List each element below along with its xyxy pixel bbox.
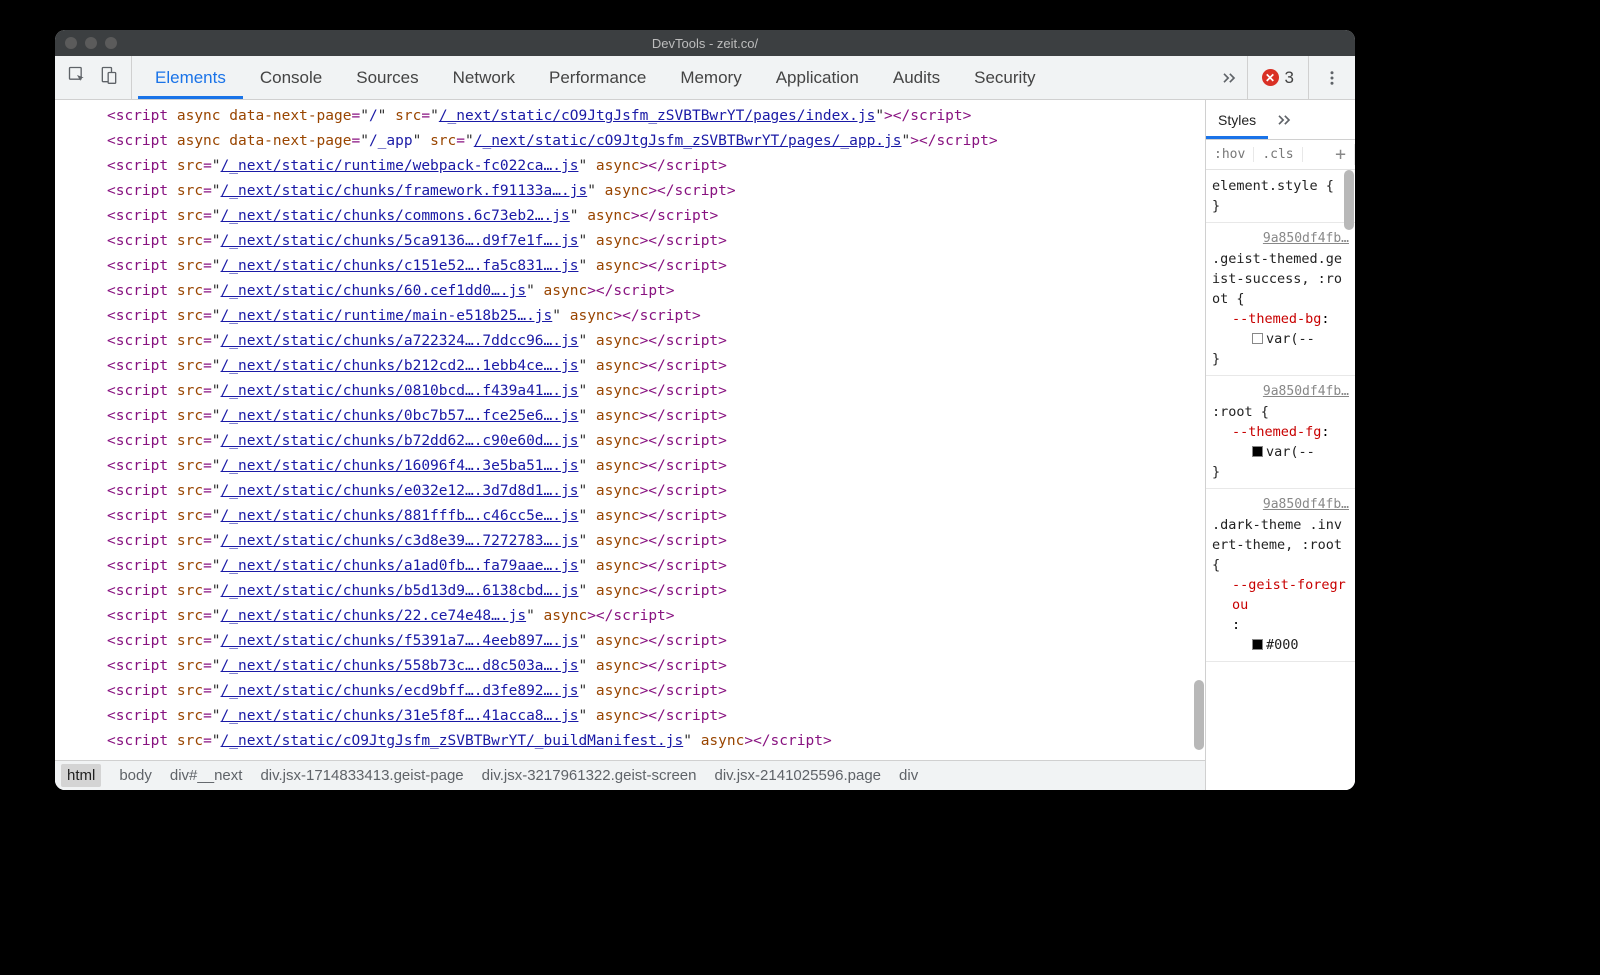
css-property-name[interactable]: --geist-foregrou: [1232, 577, 1346, 613]
breadcrumb-item[interactable]: div.jsx-3217961322.geist-screen: [482, 767, 697, 784]
breadcrumb-bar: html body div#__next div.jsx-1714833413.gei…: [55, 760, 1205, 790]
dom-node[interactable]: <script src="/_next/static/chunks/0810bc…: [65, 379, 1205, 404]
traffic-lights: [65, 37, 117, 49]
dom-node[interactable]: <script src="/_next/static/chunks/framew…: [65, 179, 1205, 204]
devtools-body: <script async data-next-page="/" src="/_…: [55, 100, 1355, 790]
class-toggle[interactable]: .cls: [1254, 147, 1302, 162]
panel-tab-security[interactable]: Security: [957, 56, 1052, 99]
style-rule: 9a850df4fb… .dark-theme .invert-theme, :…: [1206, 489, 1355, 662]
dom-node[interactable]: <script async data-next-page="/" src="/_…: [65, 104, 1205, 129]
elements-panel: <script async data-next-page="/" src="/_…: [55, 100, 1205, 790]
dom-node[interactable]: <script src="/_next/static/chunks/0bc7b5…: [65, 404, 1205, 429]
breadcrumb-item[interactable]: div.jsx-1714833413.geist-page: [260, 767, 463, 784]
dom-node[interactable]: <script src="/_next/static/chunks/16096f…: [65, 454, 1205, 479]
css-property-value[interactable]: var(--: [1266, 444, 1315, 460]
panel-tab-elements[interactable]: Elements: [138, 56, 243, 99]
panel-tab-performance[interactable]: Performance: [532, 56, 663, 99]
styles-filter-row: :hov .cls +: [1206, 140, 1355, 170]
more-tabs-button[interactable]: [1211, 56, 1247, 99]
error-count: 3: [1285, 68, 1294, 88]
rule-selector[interactable]: .geist-themed.geist-success, :root {: [1212, 249, 1349, 309]
panel-tab-console[interactable]: Console: [243, 56, 339, 99]
devtools-window: DevTools - zeit.co/ ElementsConsoleSourc…: [55, 30, 1355, 790]
dom-node[interactable]: <script src="/_next/static/chunks/60.cef…: [65, 279, 1205, 304]
more-sidebar-tabs[interactable]: [1268, 100, 1300, 139]
breadcrumb-item[interactable]: div.jsx-2141025596.page: [715, 767, 882, 784]
panel-tab-application[interactable]: Application: [759, 56, 876, 99]
panel-tab-memory[interactable]: Memory: [663, 56, 758, 99]
breadcrumb-item[interactable]: body: [119, 767, 152, 784]
styles-tab[interactable]: Styles: [1206, 100, 1268, 139]
breadcrumb-item[interactable]: html: [61, 764, 101, 787]
style-rule: 9a850df4fb… :root { --themed-fg: var(-- …: [1206, 376, 1355, 489]
inspector-tools: [55, 56, 132, 99]
css-property-value[interactable]: #000: [1266, 637, 1299, 653]
dom-node[interactable]: <script src="/_next/static/chunks/558b73…: [65, 654, 1205, 679]
window-title: DevTools - zeit.co/: [55, 36, 1355, 51]
dom-node[interactable]: <script src="/_next/static/chunks/b72dd6…: [65, 429, 1205, 454]
dom-node[interactable]: <script src="/_next/static/chunks/ecd9bf…: [65, 679, 1205, 704]
dom-node[interactable]: <script src="/_next/static/chunks/c151e5…: [65, 254, 1205, 279]
dom-node[interactable]: <script src="/_next/static/runtime/webpa…: [65, 154, 1205, 179]
titlebar: DevTools - zeit.co/: [55, 30, 1355, 56]
css-property-name[interactable]: --themed-bg: [1232, 311, 1321, 327]
breadcrumb-item[interactable]: div: [899, 767, 918, 784]
panel-tabs: ElementsConsoleSourcesNetworkPerformance…: [132, 56, 1211, 99]
style-rules[interactable]: element.style { } 9a850df4fb… .geist-the…: [1206, 170, 1355, 790]
inspect-element-icon[interactable]: [67, 65, 87, 90]
dom-node[interactable]: <script async data-next-page="/_app" src…: [65, 129, 1205, 154]
elements-scrollbar[interactable]: [1194, 680, 1204, 750]
panel-tab-sources[interactable]: Sources: [339, 56, 435, 99]
sidebar-tabs: Styles: [1206, 100, 1355, 140]
error-counter[interactable]: ✕ 3: [1247, 56, 1308, 99]
dom-node[interactable]: <script src="/_next/static/chunks/881fff…: [65, 504, 1205, 529]
rule-selector[interactable]: element.style {: [1212, 176, 1349, 196]
style-rule: element.style { }: [1206, 170, 1355, 223]
dom-node[interactable]: <script src="/_next/static/chunks/a1ad0f…: [65, 554, 1205, 579]
zoom-window-button[interactable]: [105, 37, 117, 49]
dom-node[interactable]: <script src="/_next/static/chunks/b212cd…: [65, 354, 1205, 379]
panel-tab-network[interactable]: Network: [436, 56, 532, 99]
rule-source-link[interactable]: 9a850df4fb…: [1212, 382, 1349, 402]
color-swatch[interactable]: [1252, 446, 1263, 457]
dom-node[interactable]: <script src="/_next/static/chunks/5ca913…: [65, 229, 1205, 254]
panel-tab-audits[interactable]: Audits: [876, 56, 957, 99]
minimize-window-button[interactable]: [85, 37, 97, 49]
dom-node[interactable]: <script src="/_next/static/chunks/e032e1…: [65, 479, 1205, 504]
dom-node[interactable]: <script src="/_next/static/chunks/b5d13d…: [65, 579, 1205, 604]
main-toolbar: ElementsConsoleSourcesNetworkPerformance…: [55, 56, 1355, 100]
settings-menu-button[interactable]: [1308, 56, 1355, 99]
styles-scrollbar[interactable]: [1344, 170, 1354, 230]
device-toolbar-icon[interactable]: [99, 65, 119, 90]
rule-source-link[interactable]: 9a850df4fb…: [1212, 229, 1349, 249]
dom-node[interactable]: <script src="/_next/static/chunks/a72232…: [65, 329, 1205, 354]
dom-tree[interactable]: <script async data-next-page="/" src="/_…: [55, 100, 1205, 760]
dom-node[interactable]: <script src="/_next/static/cO9JtgJsfm_zS…: [65, 729, 1205, 754]
close-window-button[interactable]: [65, 37, 77, 49]
dom-node[interactable]: <script src="/_next/static/chunks/31e5f8…: [65, 704, 1205, 729]
styles-sidebar: Styles :hov .cls + element.style { } 9a8…: [1205, 100, 1355, 790]
rule-selector[interactable]: .dark-theme .invert-theme, :root {: [1212, 515, 1349, 575]
dom-node[interactable]: <script src="/_next/static/chunks/22.ce7…: [65, 604, 1205, 629]
hover-toggle[interactable]: :hov: [1206, 147, 1254, 162]
css-property-name[interactable]: --themed-fg: [1232, 424, 1321, 440]
dom-node[interactable]: <script src="/_next/static/runtime/main-…: [65, 304, 1205, 329]
breadcrumb-item[interactable]: div#__next: [170, 767, 243, 784]
dom-node[interactable]: <script src="/_next/static/chunks/common…: [65, 204, 1205, 229]
css-property-value[interactable]: var(--: [1266, 331, 1315, 347]
dom-node[interactable]: <script src="/_next/static/chunks/f5391a…: [65, 629, 1205, 654]
dom-node[interactable]: <script src="/_next/static/chunks/c3d8e3…: [65, 529, 1205, 554]
color-swatch[interactable]: [1252, 333, 1263, 344]
error-icon: ✕: [1262, 69, 1279, 86]
color-swatch[interactable]: [1252, 639, 1263, 650]
rule-selector[interactable]: :root {: [1212, 402, 1349, 422]
rule-source-link[interactable]: 9a850df4fb…: [1212, 495, 1349, 515]
style-rule: 9a850df4fb… .geist-themed.geist-success,…: [1206, 223, 1355, 376]
new-style-rule-button[interactable]: +: [1327, 144, 1355, 165]
